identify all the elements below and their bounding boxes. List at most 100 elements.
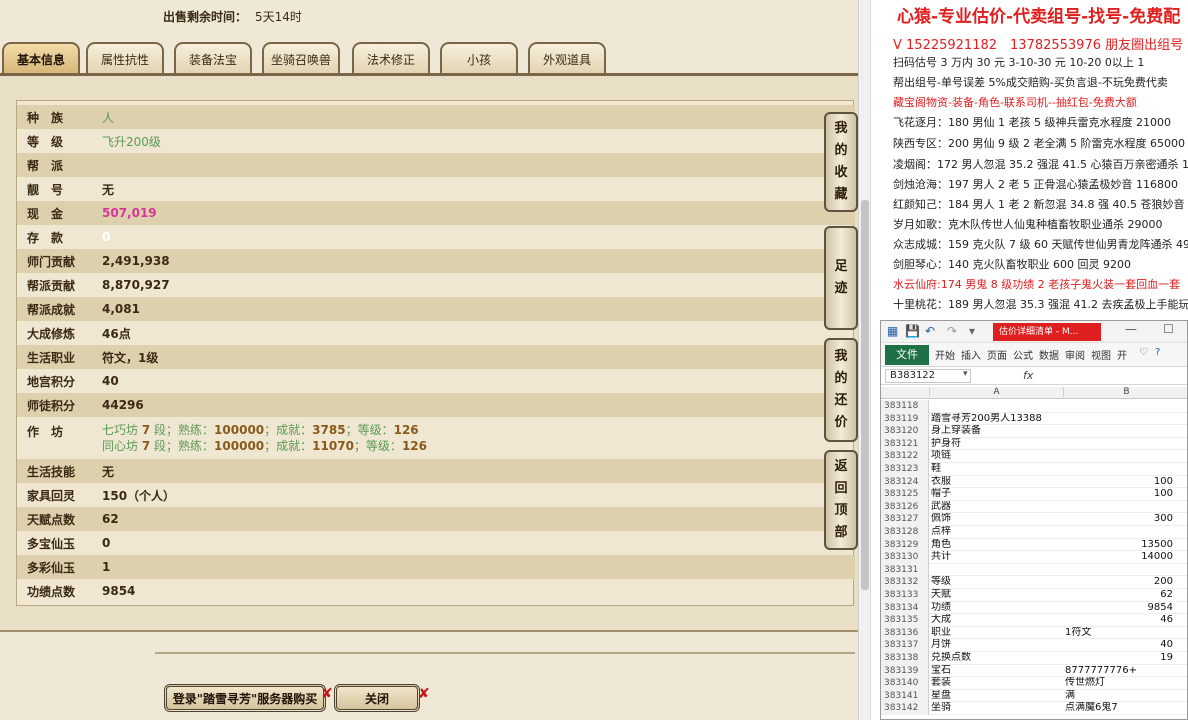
tab-appearance[interactable]: 外观道具 bbox=[528, 42, 606, 74]
row-number[interactable]: 383139 bbox=[881, 664, 929, 678]
tab-mounts-pets[interactable]: 坐骑召唤兽 bbox=[262, 42, 340, 74]
column-header-a[interactable]: A bbox=[929, 387, 1063, 397]
row-number[interactable]: 383137 bbox=[881, 639, 929, 652]
cell-a[interactable]: 宝石 bbox=[931, 665, 1063, 677]
row-number[interactable]: 383142 bbox=[881, 702, 929, 715]
ribbon-tab[interactable]: 页面 bbox=[987, 347, 1007, 362]
cell-a[interactable]: 套装 bbox=[931, 677, 1063, 689]
my-collection-button[interactable]: 我的收藏 bbox=[824, 112, 858, 212]
cell-a[interactable]: 天赋 bbox=[931, 589, 1063, 601]
heart-icon[interactable]: ♡ bbox=[1139, 347, 1148, 358]
row-number[interactable]: 383126 bbox=[881, 500, 929, 514]
cell-a[interactable]: 武器 bbox=[931, 501, 1063, 513]
cell-a[interactable]: 点梓 bbox=[931, 526, 1063, 538]
row-number[interactable]: 383133 bbox=[881, 589, 929, 602]
back-to-top-button[interactable]: 返回顶部 bbox=[824, 450, 858, 550]
cell-b[interactable]: 9854 bbox=[1065, 602, 1173, 614]
cell-a[interactable]: 帽子 bbox=[931, 488, 1063, 500]
cell-b[interactable]: 40 bbox=[1065, 639, 1173, 651]
tab-spell-correction[interactable]: 法术修正 bbox=[352, 42, 430, 74]
cell-b[interactable]: 200 bbox=[1065, 576, 1173, 588]
row-number[interactable]: 383129 bbox=[881, 538, 929, 552]
row-number[interactable]: 383140 bbox=[881, 677, 929, 690]
cell-b[interactable]: 传世燃灯 bbox=[1065, 677, 1173, 689]
row-number[interactable]: 383127 bbox=[881, 513, 929, 526]
help-icon[interactable]: ? bbox=[1155, 347, 1160, 358]
row-number[interactable]: 383125 bbox=[881, 488, 929, 501]
cell-b[interactable]: 14000 bbox=[1065, 551, 1173, 563]
cell-a[interactable]: 衣服 bbox=[931, 476, 1063, 488]
cell-a[interactable]: 兑换点数 bbox=[931, 652, 1063, 664]
tab-children[interactable]: 小孩 bbox=[440, 42, 518, 74]
file-tab[interactable]: 文件 bbox=[885, 345, 929, 365]
cell-a[interactable]: 共计 bbox=[931, 551, 1063, 563]
cell-b[interactable]: 1符文 bbox=[1065, 627, 1173, 639]
cell-a[interactable]: 坐骑 bbox=[931, 702, 1063, 714]
name-box[interactable]: B383122 bbox=[885, 369, 971, 383]
cell-b[interactable]: 点满魔6鬼7 bbox=[1065, 702, 1173, 714]
cell-b[interactable]: 100 bbox=[1065, 488, 1173, 500]
tab-basic-info[interactable]: 基本信息 bbox=[2, 42, 80, 74]
row-number[interactable]: 383120 bbox=[881, 425, 929, 438]
row-number[interactable]: 383130 bbox=[881, 551, 929, 564]
tab-attributes[interactable]: 属性抗性 bbox=[86, 42, 164, 74]
cell-a[interactable]: 星盘 bbox=[931, 690, 1063, 702]
ribbon-tab[interactable]: 开始 bbox=[935, 347, 955, 362]
row-number[interactable]: 383131 bbox=[881, 563, 929, 577]
cell-a[interactable]: 大成 bbox=[931, 614, 1063, 626]
cell-b[interactable]: 300 bbox=[1065, 513, 1173, 525]
save-icon[interactable]: 💾 bbox=[905, 324, 920, 338]
ribbon-tab[interactable]: 视图 bbox=[1091, 347, 1111, 362]
row-number[interactable]: 383134 bbox=[881, 601, 929, 615]
row-number[interactable]: 383132 bbox=[881, 576, 929, 589]
cell-b[interactable]: 满 bbox=[1065, 690, 1173, 702]
cell-a[interactable]: 身上穿装备 bbox=[931, 425, 1063, 437]
redo-icon[interactable]: ↷ bbox=[947, 324, 957, 338]
ribbon-tab[interactable]: 数据 bbox=[1039, 347, 1059, 362]
close-button[interactable]: 关闭 bbox=[334, 684, 420, 712]
row-number[interactable]: 383118 bbox=[881, 400, 929, 413]
namebox-dropdown-icon[interactable]: ▾ bbox=[963, 369, 968, 379]
tab-equipment[interactable]: 装备法宝 bbox=[174, 42, 252, 74]
row-number[interactable]: 383128 bbox=[881, 526, 929, 539]
row-number[interactable]: 383124 bbox=[881, 475, 929, 489]
cell-a[interactable]: 职业 bbox=[931, 627, 1063, 639]
ribbon-tab[interactable]: 开 bbox=[1117, 347, 1127, 362]
cell-a[interactable]: 护身符 bbox=[931, 438, 1063, 450]
login-server-buy-button[interactable]: 登录"踏雪寻芳"服务器购买 bbox=[164, 684, 326, 712]
page-scrollbar[interactable] bbox=[858, 0, 870, 720]
cell-b[interactable]: 46 bbox=[1065, 614, 1173, 626]
cell-b[interactable]: 13500 bbox=[1065, 539, 1173, 551]
cell-a[interactable]: 项链 bbox=[931, 450, 1063, 462]
cell-a[interactable]: 踏雪寻芳200男人13388 bbox=[931, 413, 1063, 425]
row-number[interactable]: 383138 bbox=[881, 652, 929, 665]
row-number[interactable]: 383135 bbox=[881, 614, 929, 627]
maximize-icon[interactable]: ☐ bbox=[1163, 322, 1174, 336]
cell-a[interactable]: 鞋 bbox=[931, 463, 1063, 475]
my-offers-button[interactable]: 我的还价 bbox=[824, 338, 858, 442]
cell-a[interactable]: 角色 bbox=[931, 539, 1063, 551]
cell-b[interactable]: 100 bbox=[1065, 476, 1173, 488]
cell-b[interactable]: 62 bbox=[1065, 589, 1173, 601]
footprint-button[interactable]: 足迹 bbox=[824, 226, 858, 330]
cell-a[interactable]: 等级 bbox=[931, 576, 1063, 588]
row-number[interactable]: 383119 bbox=[881, 412, 929, 426]
excel-grid[interactable]: A B 383118 383119 踏雪寻芳200男人13388 383120 身上穿装… bbox=[881, 387, 1187, 719]
minimize-icon[interactable]: — bbox=[1125, 322, 1137, 336]
fx-icon[interactable]: fx bbox=[1023, 369, 1033, 382]
row-number[interactable]: 383121 bbox=[881, 437, 929, 451]
row-number[interactable]: 383123 bbox=[881, 463, 929, 476]
scroll-thumb[interactable] bbox=[861, 200, 869, 590]
cell-a[interactable]: 月饼 bbox=[931, 639, 1063, 651]
ribbon-tab[interactable]: 插入 bbox=[961, 347, 981, 362]
row-number[interactable]: 383136 bbox=[881, 626, 929, 640]
undo-icon[interactable]: ↶ bbox=[925, 324, 935, 338]
cell-b[interactable]: 8777777776+ bbox=[1065, 665, 1173, 677]
row-number[interactable]: 383141 bbox=[881, 689, 929, 703]
cell-b[interactable]: 19 bbox=[1065, 652, 1173, 664]
customize-qa-icon[interactable]: ▾ bbox=[969, 324, 975, 338]
column-header-b[interactable]: B bbox=[1063, 387, 1187, 397]
ribbon-tab[interactable]: 公式 bbox=[1013, 347, 1033, 362]
row-number[interactable]: 383122 bbox=[881, 450, 929, 463]
cell-a[interactable]: 佩饰 bbox=[931, 513, 1063, 525]
